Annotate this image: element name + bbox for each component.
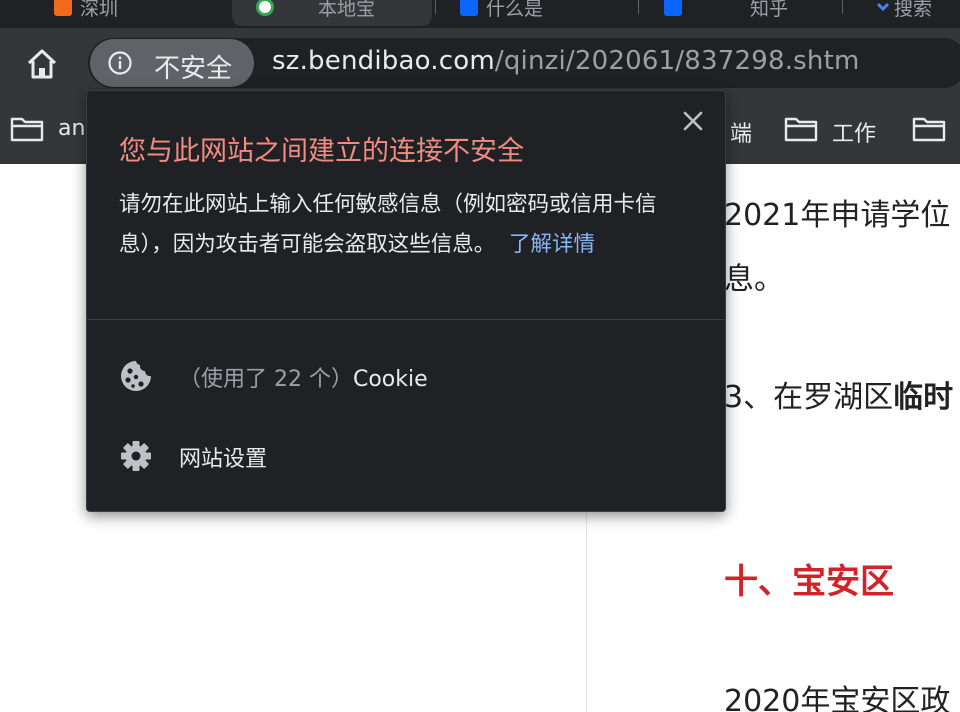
article-text: 2021年申请学位 xyxy=(724,198,951,233)
folder-icon xyxy=(784,117,818,142)
folder-icon xyxy=(10,117,44,142)
cookie-row-text: （使用了 22 个）Cookie xyxy=(179,361,428,393)
zhihu-favicon-icon xyxy=(460,0,478,16)
search-favicon-icon xyxy=(874,0,892,16)
tab-title: 本地宝 xyxy=(318,0,376,20)
url-path: /qinzi/202061/837298.shtm xyxy=(494,46,860,76)
tab-title: 什么是 xyxy=(486,0,544,20)
popup-divider xyxy=(87,319,725,320)
home-icon xyxy=(27,49,57,79)
bookmark-item-duan[interactable]: 端 xyxy=(726,114,766,147)
tab-title: 搜索 xyxy=(894,0,933,20)
bookmark-folder-an[interactable]: an xyxy=(10,114,90,144)
tab-separator xyxy=(842,0,843,14)
site-settings-row[interactable]: 网站设置 xyxy=(87,421,725,491)
cookies-row[interactable]: （使用了 22 个）Cookie xyxy=(87,341,725,411)
popup-title: 您与此网站之间建立的连接不安全 xyxy=(119,136,524,167)
tab-zhihu-1[interactable]: 什么是 xyxy=(436,0,636,26)
article-text-bold: 临时 xyxy=(893,380,954,415)
tab-zhihu-2[interactable]: 知乎 xyxy=(640,0,840,26)
section-heading: 十、宝安区 xyxy=(724,562,894,602)
tab-title: 知乎 xyxy=(750,0,789,20)
browser-toolbar: 不安全 sz.bendibao.com/qinzi/202061/837298.… xyxy=(0,28,960,98)
popup-description: 请勿在此网站上输入任何敏感信息（例如密码或信用卡信息），因为攻击者可能会盗取这些… xyxy=(119,185,709,265)
security-indicator-button[interactable]: 不安全 xyxy=(90,39,254,87)
bookmark-folder-work[interactable]: 工作 xyxy=(784,114,894,147)
cookie-count: （使用了 22 个） xyxy=(179,367,353,392)
article-text: 3、在罗湖区临时 xyxy=(724,372,953,416)
learn-more-link[interactable]: 了解详情 xyxy=(509,232,595,257)
tab-search[interactable]: 搜索 xyxy=(844,0,960,26)
article-text: 息。 xyxy=(724,262,784,297)
url-text[interactable]: sz.bendibao.com/qinzi/202061/837298.shtm xyxy=(272,46,860,76)
site-settings-label: 网站设置 xyxy=(179,447,268,472)
cookie-icon xyxy=(121,361,151,391)
tab-title: 深圳 xyxy=(80,0,119,20)
tab-separator xyxy=(638,0,639,14)
tab-strip: 深圳 本地宝 什么是 知乎 搜索 xyxy=(0,0,960,28)
chrome-favicon-icon xyxy=(256,0,274,16)
article-text-plain: 3、在罗湖区 xyxy=(724,380,894,415)
zhihu-favicon-icon xyxy=(664,0,682,16)
cookie-label: Cookie xyxy=(352,367,428,392)
folder-icon xyxy=(912,117,946,142)
bookmark-label: an xyxy=(58,116,86,141)
tab-chrome[interactable]: 本地宝 xyxy=(232,0,432,26)
info-icon xyxy=(108,51,132,75)
tab-bendibao[interactable]: 深圳 xyxy=(30,0,230,26)
gear-icon xyxy=(121,441,151,471)
close-icon xyxy=(683,111,703,131)
bookmark-label: 工作 xyxy=(832,122,877,147)
home-button[interactable] xyxy=(22,46,62,82)
close-button[interactable] xyxy=(681,109,705,133)
bookmark-folder-more[interactable] xyxy=(912,114,960,144)
bookmark-label: 端 xyxy=(730,122,753,147)
bendibao-favicon-icon xyxy=(54,0,72,16)
site-info-popup: 您与此网站之间建立的连接不安全 请勿在此网站上输入任何敏感信息（例如密码或信用卡… xyxy=(86,90,726,512)
security-label: 不安全 xyxy=(154,54,233,84)
article-text: 2020年宝安区政 xyxy=(724,684,951,712)
url-domain: sz.bendibao.com xyxy=(272,46,495,76)
